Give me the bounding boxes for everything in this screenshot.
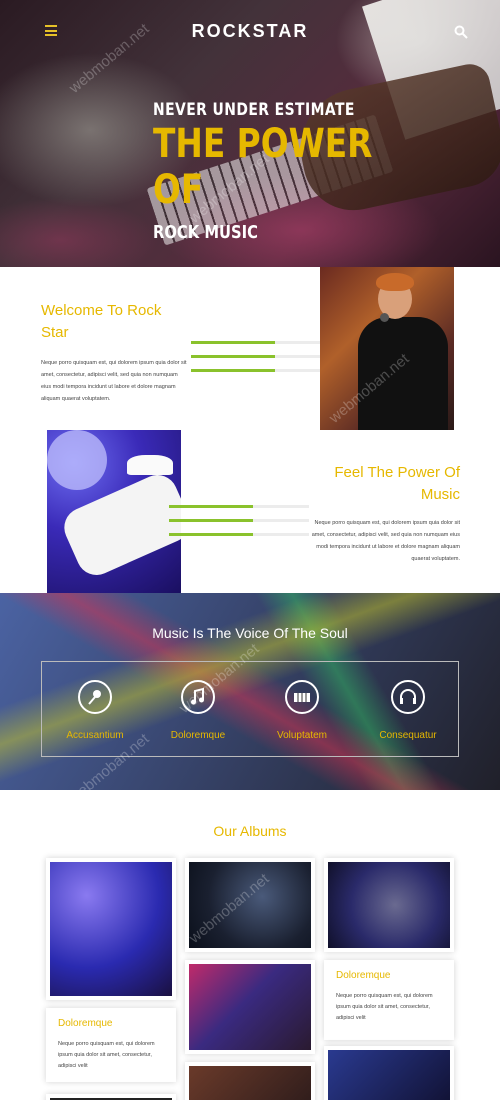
album-caption: Doloremque Neque porro quisquam est, qui… — [324, 960, 454, 1040]
album-card[interactable] — [324, 858, 454, 952]
music-note-icon — [181, 680, 215, 714]
progress-bar — [169, 505, 309, 508]
album-card[interactable] — [324, 1046, 454, 1100]
hero-line-1: NEVER UNDER ESTIMATE — [153, 100, 355, 120]
progress-bar — [191, 341, 331, 344]
feature-item[interactable]: Accusantium — [50, 680, 140, 741]
welcome-title: Welcome To Rock Star — [41, 302, 162, 341]
album-card[interactable] — [185, 858, 315, 952]
feature-item[interactable]: Doloremque — [153, 680, 243, 741]
feel-text: Neque porro quisquam est, qui dolorem ip… — [311, 520, 460, 562]
progress-bar — [169, 533, 309, 536]
hero-line-2: THE POWER — [153, 121, 373, 167]
progress-bar — [169, 519, 309, 522]
album-card[interactable] — [185, 1062, 315, 1100]
soul-title: Music Is The Voice Of The Soul — [152, 625, 348, 641]
albums-title: Our Albums — [213, 823, 287, 839]
feel-progress-bars — [169, 505, 309, 547]
feature-label: Accusantium — [66, 730, 124, 741]
feel-title: Feel The Power Of Music — [334, 464, 460, 503]
brand-logo[interactable]: ROCKSTAR — [0, 21, 500, 42]
album-card[interactable] — [185, 960, 315, 1054]
hero-line-3: OF — [153, 167, 204, 213]
progress-bar — [191, 369, 331, 372]
dancer-photo — [47, 430, 181, 593]
keyboard-icon — [285, 680, 319, 714]
album-caption-text: Neque porro quisquam est, qui dolorem ip… — [58, 1041, 155, 1069]
album-caption-text: Neque porro quisquam est, qui dolorem ip… — [336, 993, 433, 1021]
album-caption: Doloremque Neque porro quisquam est, qui… — [46, 1008, 176, 1082]
microphone-icon — [78, 680, 112, 714]
feature-item[interactable]: Consequatur — [363, 680, 453, 741]
hero-line-4: ROCK MUSIC — [153, 222, 258, 243]
hero-headline: NEVER UNDER ESTIMATE THE POWER OF ROCK M… — [153, 100, 421, 243]
album-card[interactable] — [46, 1094, 176, 1100]
search-icon[interactable] — [454, 25, 468, 39]
feature-label: Voluptatem — [276, 730, 328, 741]
feature-item[interactable]: Voluptatem — [257, 680, 347, 741]
welcome-text: Neque porro quisquam est, qui dolorem ip… — [41, 360, 187, 402]
album-card[interactable] — [46, 858, 176, 1000]
album-caption-title: Doloremque — [336, 970, 391, 981]
feature-label: Consequatur — [379, 730, 437, 741]
album-caption-title: Doloremque — [58, 1018, 113, 1029]
welcome-progress-bars — [191, 341, 331, 383]
progress-bar — [191, 355, 331, 358]
headphones-icon — [391, 680, 425, 714]
singer-photo — [320, 267, 454, 430]
feature-label: Doloremque — [170, 730, 226, 741]
